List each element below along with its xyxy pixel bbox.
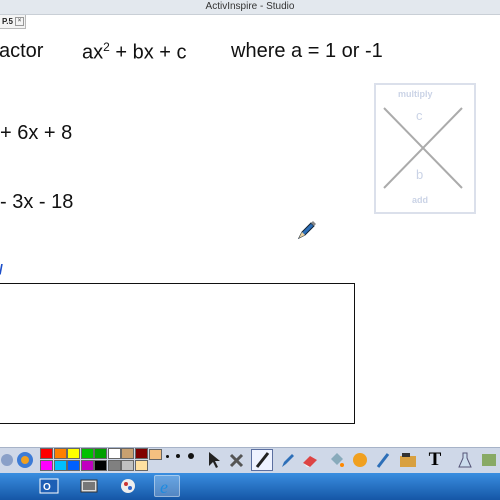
add-label: add bbox=[412, 195, 429, 205]
title-bar: ActivInspire - Studio bbox=[0, 0, 500, 15]
magic-ink-icon[interactable] bbox=[372, 449, 394, 471]
windows-taskbar bbox=[0, 473, 500, 500]
color-palette-more[interactable] bbox=[149, 449, 162, 460]
example-1: + 6x + 8 bbox=[0, 122, 73, 144]
file-manager-icon[interactable] bbox=[76, 475, 102, 497]
color-swatch[interactable] bbox=[107, 448, 121, 459]
color-swatch[interactable] bbox=[40, 460, 53, 471]
close-icon[interactable]: × bbox=[14, 17, 24, 27]
pen-width-medium[interactable] bbox=[176, 454, 180, 458]
clipart-icon[interactable] bbox=[397, 449, 419, 471]
outlook-icon[interactable]: O bbox=[36, 475, 62, 497]
fill-icon[interactable] bbox=[325, 449, 347, 471]
back-icon[interactable] bbox=[0, 449, 14, 471]
color-swatch[interactable] bbox=[53, 460, 67, 471]
color-swatch[interactable] bbox=[121, 460, 134, 471]
tools-icon[interactable] bbox=[226, 449, 248, 471]
svg-text:e: e bbox=[160, 477, 168, 495]
revealer-icon[interactable] bbox=[478, 449, 500, 471]
highlighter-icon[interactable] bbox=[276, 449, 298, 471]
work-area-box bbox=[0, 283, 355, 424]
tab-label: P.5 bbox=[2, 17, 13, 26]
select-arrow-icon[interactable] bbox=[203, 449, 225, 471]
color-swatch[interactable] bbox=[40, 448, 53, 459]
expression: ax2 + bx + c bbox=[82, 40, 187, 64]
color-swatch[interactable] bbox=[67, 448, 80, 459]
pen-icon[interactable] bbox=[251, 449, 273, 471]
color-picker-icon[interactable] bbox=[349, 449, 371, 471]
example-2: - 3x - 18 bbox=[0, 191, 74, 213]
b-label: b bbox=[416, 167, 424, 182]
eraser-icon[interactable] bbox=[299, 449, 321, 471]
color-swatch[interactable] bbox=[107, 460, 121, 471]
color-swatch[interactable] bbox=[134, 448, 148, 459]
condition-text: where a = 1 or -1 bbox=[231, 40, 383, 62]
flipchart-tab[interactable]: P.5 × bbox=[0, 15, 26, 29]
c-label: c bbox=[416, 108, 423, 123]
browser-icon[interactable] bbox=[14, 449, 36, 471]
text-icon[interactable]: T bbox=[424, 449, 446, 471]
internet-explorer-icon[interactable]: e bbox=[154, 475, 180, 497]
pen-width-large[interactable] bbox=[188, 453, 194, 459]
color-swatch[interactable] bbox=[80, 448, 94, 459]
window-title: ActivInspire - Studio bbox=[205, 1, 295, 12]
flask-icon[interactable] bbox=[454, 449, 476, 471]
pen-width-small[interactable] bbox=[166, 455, 169, 458]
multiply-label: multiply bbox=[398, 89, 433, 99]
pen-cursor-icon bbox=[296, 219, 318, 246]
color-swatch[interactable] bbox=[121, 448, 134, 459]
color-swatch[interactable] bbox=[94, 448, 107, 459]
color-swatch[interactable] bbox=[94, 460, 107, 471]
color-swatch[interactable] bbox=[53, 448, 67, 459]
lesson-heading: actor bbox=[0, 40, 44, 62]
svg-text:O: O bbox=[43, 482, 51, 493]
color-swatch[interactable] bbox=[134, 460, 148, 471]
factoring-helper-box: multiply c b add bbox=[374, 83, 476, 214]
color-swatch[interactable] bbox=[67, 460, 80, 471]
blue-ink-mark: / bbox=[0, 261, 3, 277]
color-swatch[interactable] bbox=[80, 460, 94, 471]
paint-icon[interactable] bbox=[115, 475, 141, 497]
